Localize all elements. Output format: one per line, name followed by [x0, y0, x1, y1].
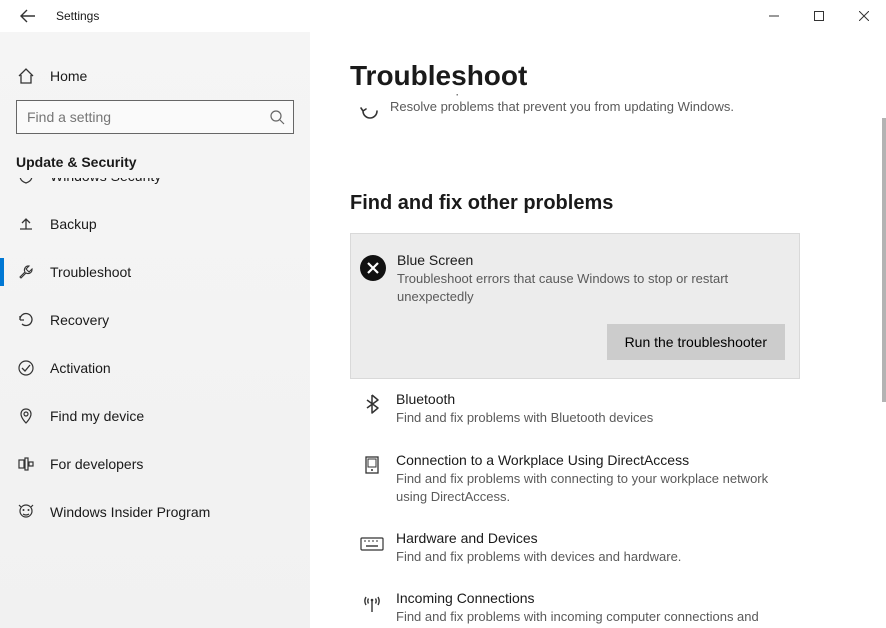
sidebar-item-label: Troubleshoot [50, 264, 131, 280]
check-circle-icon [16, 358, 36, 378]
scrollbar-thumb[interactable] [882, 118, 886, 402]
sidebar-item-label: Find my device [50, 408, 144, 424]
troubleshoot-item-hardware[interactable]: Hardware and Devices Find and fix proble… [350, 518, 800, 578]
sidebar-item-label: Windows Security [50, 178, 161, 184]
window-title: Settings [56, 9, 99, 23]
error-circle-icon [355, 252, 391, 360]
troubleshoot-item-title: Connection to a Workplace Using DirectAc… [396, 452, 786, 468]
close-button[interactable] [841, 0, 886, 32]
sidebar-section-label: Update & Security [0, 144, 310, 178]
troubleshoot-item-directaccess[interactable]: Connection to a Workplace Using DirectAc… [350, 440, 800, 518]
antenna-icon [354, 590, 390, 628]
run-troubleshooter-button[interactable]: Run the troubleshooter [607, 324, 785, 360]
shield-icon [16, 178, 36, 186]
close-icon [859, 11, 869, 21]
scrollbar[interactable] [882, 32, 886, 628]
troubleshoot-item-desc: Find and fix problems with Bluetooth dev… [396, 409, 786, 427]
sidebar-item-label: Home [50, 68, 87, 84]
sidebar-item-label: Backup [50, 216, 97, 232]
computer-icon [354, 452, 390, 506]
minimize-button[interactable] [751, 0, 796, 32]
sidebar-item-find-my-device[interactable]: Find my device [0, 392, 310, 440]
back-button[interactable] [8, 0, 48, 32]
search-input[interactable] [25, 108, 269, 126]
sidebar-item-home[interactable]: Home [0, 52, 310, 100]
troubleshoot-item-title: Hardware and Devices [396, 530, 786, 546]
troubleshoot-item-bluetooth[interactable]: Bluetooth Find and fix problems with Blu… [350, 379, 800, 439]
sidebar-item-label: Recovery [50, 312, 109, 328]
search-icon [269, 109, 285, 125]
sidebar-item-windows-security[interactable]: Windows Security [0, 178, 310, 200]
sidebar-item-insider[interactable]: Windows Insider Program [0, 488, 310, 536]
maximize-button[interactable] [796, 0, 841, 32]
troubleshoot-item-desc: Troubleshoot errors that cause Windows t… [397, 270, 785, 306]
sidebar-item-backup[interactable]: Backup [0, 200, 310, 248]
sidebar-item-label: Windows Insider Program [50, 504, 210, 520]
troubleshoot-item-desc: Resolve problems that prevent you from u… [390, 98, 800, 116]
sidebar-item-activation[interactable]: Activation [0, 344, 310, 392]
home-icon [16, 66, 36, 86]
sidebar-item-label: For developers [50, 456, 143, 472]
sidebar-item-troubleshoot[interactable]: Troubleshoot [0, 248, 310, 296]
backup-icon [16, 214, 36, 234]
maximize-icon [814, 11, 824, 21]
troubleshoot-item-title: Incoming Connections [396, 590, 786, 606]
developers-icon [16, 454, 36, 474]
troubleshoot-item-desc: Find and fix problems with incoming comp… [396, 608, 786, 628]
troubleshoot-item-incoming[interactable]: Incoming Connections Find and fix proble… [350, 578, 800, 628]
troubleshoot-item-blue-screen[interactable]: Blue Screen Troubleshoot errors that cau… [350, 233, 800, 379]
troubleshoot-item-desc: Find and fix problems with connecting to… [396, 470, 786, 506]
troubleshoot-item-desc: Find and fix problems with devices and h… [396, 548, 786, 566]
bluetooth-icon [354, 391, 390, 427]
sidebar-item-label: Activation [50, 360, 111, 376]
wrench-icon [16, 262, 36, 282]
troubleshoot-item-title: Bluetooth [396, 391, 786, 407]
keyboard-icon [354, 530, 390, 566]
refresh-icon [350, 100, 390, 122]
minimize-icon [769, 11, 779, 21]
location-icon [16, 406, 36, 426]
insider-icon [16, 502, 36, 522]
sidebar-item-for-developers[interactable]: For developers [0, 440, 310, 488]
troubleshoot-item-windows-update[interactable]: Windows Update Resolve problems that pre… [350, 94, 800, 144]
find-fix-header: Find and fix other problems [350, 192, 800, 215]
search-box[interactable] [16, 100, 294, 134]
arrow-left-icon [20, 8, 36, 24]
recovery-icon [16, 310, 36, 330]
page-title: Troubleshoot [350, 60, 800, 92]
troubleshoot-item-title: Blue Screen [397, 252, 785, 268]
sidebar-item-recovery[interactable]: Recovery [0, 296, 310, 344]
